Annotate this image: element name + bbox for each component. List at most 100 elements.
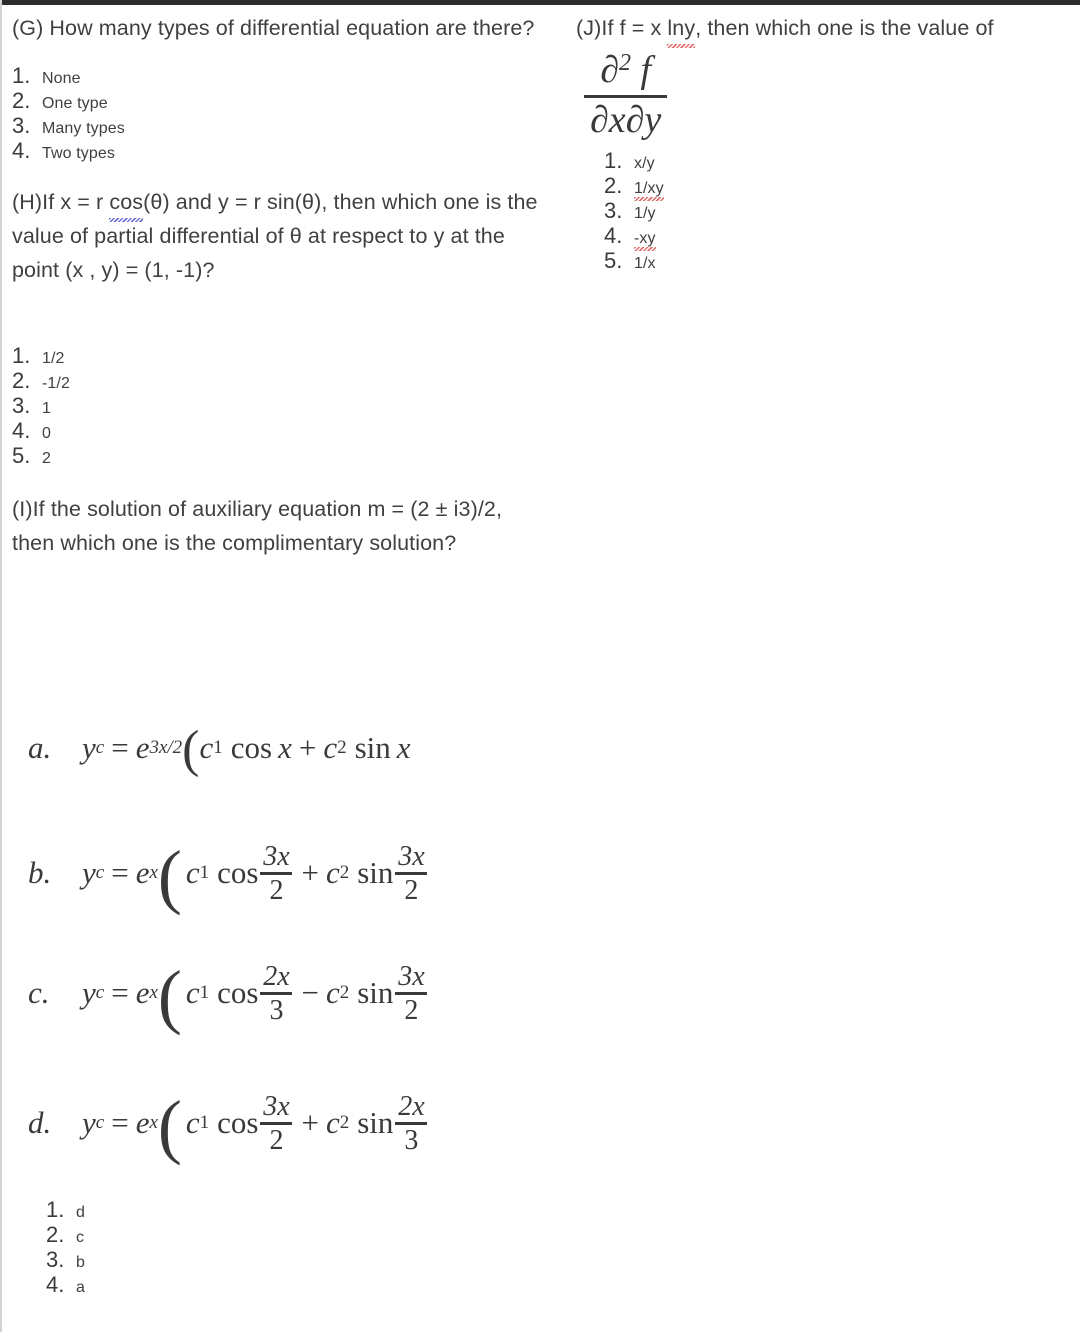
option-label: 1/2 <box>42 350 65 367</box>
choice-b-coef2: c <box>325 854 340 890</box>
option-item[interactable]: 3. 1 <box>12 393 540 418</box>
choice-c-trig2: sin <box>357 974 394 1010</box>
option-number: 2. <box>604 173 623 199</box>
plus-sign: + <box>301 854 319 890</box>
choice-c-lhs-sub: c <box>95 981 105 1003</box>
choice-a-coef2: c <box>323 730 338 765</box>
fraction-denominator: 3 <box>269 994 284 1026</box>
question-g: (G) How many types of differential equat… <box>12 11 540 163</box>
choice-b-base: e <box>135 854 150 890</box>
choice-b-coef1-sub: 1 <box>199 861 210 883</box>
choice-d-base: e <box>135 1104 150 1140</box>
choice-b-tag: b. <box>28 854 52 890</box>
plus-sign: + <box>298 730 317 765</box>
derivative-numerator: ∂2 f <box>594 49 657 93</box>
choice-c-clip: c. yc = ex ( c1 cos 2x 3 − c2 sin 3x 2 <box>0 951 553 1063</box>
option-item[interactable]: 3. 1/y <box>604 198 1080 223</box>
option-item[interactable]: 5. 2 <box>12 443 540 468</box>
choice-b-trig1: cos <box>217 854 259 890</box>
choice-b[interactable]: b. yc = ex ( c1 cos 3x 2 + c2 sin 3x 2 <box>0 840 429 912</box>
option-number: 3. <box>46 1247 65 1272</box>
option-item[interactable]: 3. b <box>46 1247 85 1272</box>
equals-sign: = <box>111 854 129 890</box>
choice-a[interactable]: a. yc = e 3x/2 ( c1 cos x + c2 sin x <box>0 721 411 778</box>
option-item[interactable]: 4. a <box>46 1272 85 1297</box>
choice-b-exponent: x <box>149 861 158 883</box>
choice-a-lhs-sub: c <box>95 737 105 758</box>
choice-b-arg1-fraction: 3x 2 <box>260 842 293 905</box>
choice-c-arg1-fraction: 2x 3 <box>260 961 293 1026</box>
option-item[interactable]: 1. x/y <box>604 148 1080 173</box>
choice-c-arg2-fraction: 3x 2 <box>395 961 428 1025</box>
option-label: 1 <box>42 400 51 417</box>
choice-c-equation: yc = ex ( c1 cos 2x 3 − c2 sin 3x 2 <box>82 960 429 1032</box>
option-number: 4. <box>12 418 31 443</box>
fraction-bar <box>584 94 668 98</box>
option-item[interactable]: 1. None <box>12 63 540 88</box>
choice-c-trig1: cos <box>217 974 259 1010</box>
option-item[interactable]: 4. -xy <box>604 223 1080 252</box>
option-label: One type <box>42 95 108 112</box>
choice-d-arg1-fraction: 3x 2 <box>260 1092 293 1155</box>
choice-d-coef2-sub: 2 <box>339 1111 350 1133</box>
option-item[interactable]: 2. -1/2 <box>12 368 540 393</box>
fraction-numerator: 3x <box>398 961 425 992</box>
choice-b-lhs-sub: c <box>95 861 105 883</box>
option-item[interactable]: 4. Two types <box>12 138 540 163</box>
option-label: Many types <box>42 120 125 137</box>
option-number: 1. <box>604 148 623 174</box>
option-item[interactable]: 2. 1/xy <box>604 173 1080 202</box>
question-j: (J)If f = x lny, then which one is the v… <box>576 11 1080 273</box>
question-h: (H)If x = r cos(θ) and y = r sin(θ), the… <box>12 185 540 468</box>
choice-d-lhs: y <box>82 1104 96 1140</box>
option-number: 5. <box>12 443 31 468</box>
plus-sign: + <box>301 1104 319 1140</box>
option-label: -1/2 <box>42 375 70 392</box>
choice-b-coef1: c <box>185 854 200 890</box>
choice-c[interactable]: c. yc = ex ( c1 cos 2x 3 − c2 sin 3x 2 <box>0 960 429 1032</box>
equals-sign: = <box>111 730 129 765</box>
option-label: 2 <box>42 450 51 467</box>
option-label: a <box>76 1279 85 1296</box>
option-number: 2. <box>12 88 31 113</box>
choice-b-lhs: y <box>82 854 96 890</box>
choice-b-trig2: sin <box>357 854 394 890</box>
choice-d-coef1-sub: 1 <box>199 1111 210 1133</box>
option-item[interactable]: 3. Many types <box>12 113 540 138</box>
option-number: 1. <box>12 343 31 368</box>
option-item[interactable]: 4. 0 <box>12 418 540 443</box>
choice-b-arg2-fraction: 3x 2 <box>395 842 428 905</box>
option-item[interactable]: 2. c <box>46 1222 85 1247</box>
question-h-stem: (H)If x = r cos(θ) and y = r sin(θ), the… <box>12 185 540 287</box>
option-item[interactable]: 1. d <box>46 1197 85 1222</box>
choice-a-exponent: 3x/2 <box>149 737 183 758</box>
choice-d-tag: d. <box>28 1104 52 1140</box>
choice-d[interactable]: d. yc = ex ( c1 cos 3x 2 + c2 sin 2x 3 <box>0 1090 429 1162</box>
option-number: 1. <box>46 1197 65 1222</box>
choice-c-tag: c. <box>28 974 50 1010</box>
fraction-numerator: 2x <box>398 1091 425 1122</box>
question-i-options: 1. d 2. c 3. b 4. a <box>46 1197 85 1297</box>
option-label: b <box>76 1254 85 1271</box>
partial-derivative-fraction: ∂2 f ∂x∂y <box>584 49 668 142</box>
option-label: c <box>76 1229 85 1246</box>
option-number: 1. <box>12 63 31 88</box>
choice-a-arg1: x <box>278 730 292 765</box>
option-item[interactable]: 1. 1/2 <box>12 343 540 368</box>
question-h-stem-part1: (H)If x = r <box>12 190 110 214</box>
fraction-numerator: 2x <box>263 961 290 992</box>
choice-a-equation: yc = e 3x/2 ( c1 cos x + c2 sin x <box>82 721 411 778</box>
choice-d-clip: d. yc = ex ( c1 cos 3x 2 + c2 sin 2x 3 <box>0 1081 553 1193</box>
question-g-stem: (G) How many types of differential equat… <box>12 16 535 40</box>
question-j-options: 1. x/y 2. 1/xy 3. 1/y 4. -xy 5. 1/x <box>604 148 1080 273</box>
option-number: 5. <box>604 248 623 274</box>
choice-b-equation: yc = ex ( c1 cos 3x 2 + c2 sin 3x 2 <box>82 840 429 912</box>
left-column: (G) How many types of differential equat… <box>12 11 540 560</box>
option-number: 2. <box>12 368 31 393</box>
option-item[interactable]: 5. 1/x <box>604 248 1080 273</box>
choice-a-coef1: c <box>199 730 214 765</box>
option-item[interactable]: 2. One type <box>12 88 540 113</box>
derivative-order: 2 <box>619 50 631 76</box>
choice-a-coef2-sub: 2 <box>337 737 347 758</box>
choice-a-tag: a. <box>28 730 52 765</box>
